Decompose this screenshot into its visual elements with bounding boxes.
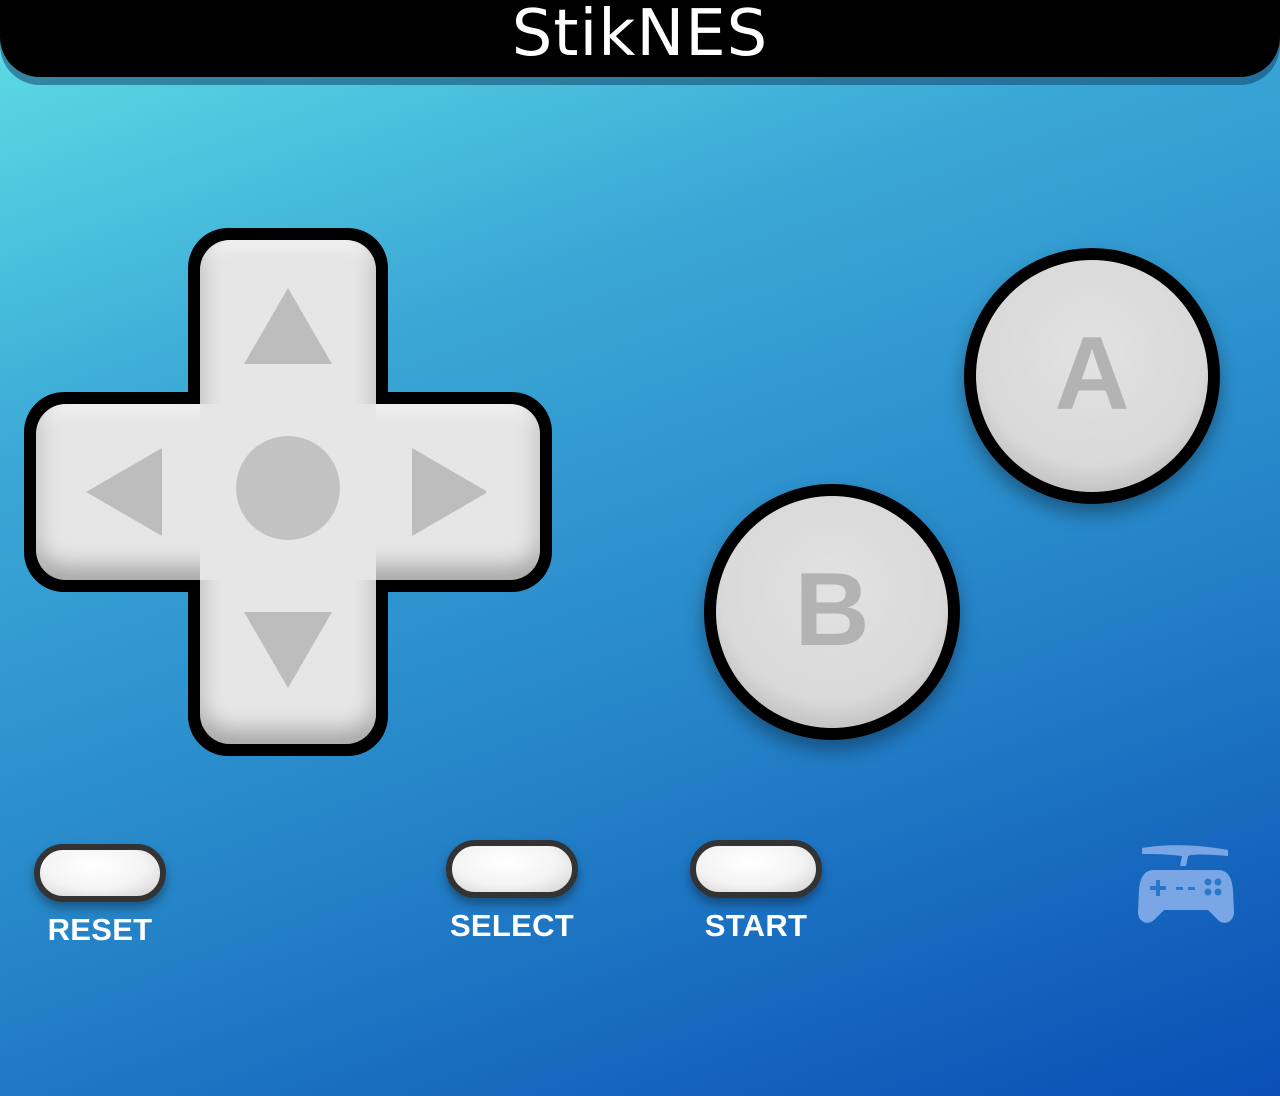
triangle-right-icon — [412, 448, 486, 536]
dpad-right-button[interactable] — [406, 448, 486, 536]
triangle-left-icon — [86, 448, 162, 536]
reset-label: RESET — [47, 912, 153, 947]
start-label: START — [704, 908, 808, 943]
select-group: SELECT — [440, 840, 584, 944]
select-button[interactable] — [446, 840, 578, 898]
a-button-label: A — [1054, 316, 1130, 432]
gamepad-icon-graphic — [1138, 845, 1234, 923]
dpad — [24, 228, 552, 756]
start-group: START — [684, 840, 828, 944]
reset-button[interactable] — [34, 844, 166, 902]
triangle-up-icon — [244, 288, 332, 364]
dpad-left-button[interactable] — [84, 448, 164, 536]
select-label: SELECT — [449, 908, 575, 943]
triangle-down-icon — [244, 612, 332, 688]
dpad-down-button[interactable] — [244, 610, 332, 690]
app-header: StikNES — [0, 0, 1280, 77]
dpad-up-button[interactable] — [244, 288, 332, 368]
b-button-label: B — [794, 552, 870, 668]
a-button[interactable]: A — [964, 248, 1220, 504]
app-title: StikNES — [511, 0, 769, 71]
gamepad-icon[interactable] — [1136, 842, 1236, 928]
start-button[interactable] — [690, 840, 822, 898]
b-button[interactable]: B — [704, 484, 960, 740]
reset-group: RESET — [28, 844, 172, 948]
dpad-center-button[interactable] — [236, 436, 340, 540]
